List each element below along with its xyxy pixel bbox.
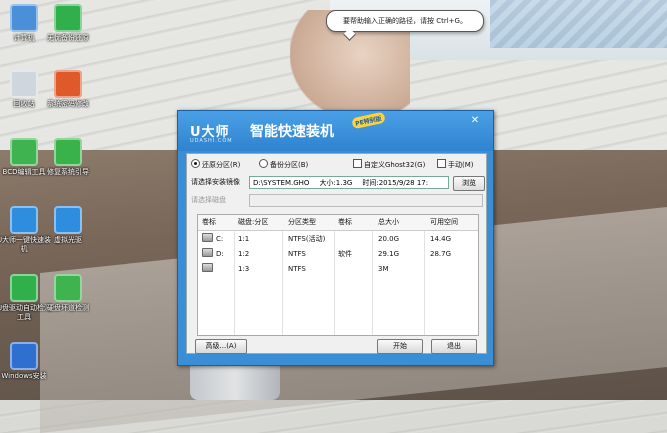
desktop-icon-label: 修复系统引导 <box>47 168 89 176</box>
column-header: 卷标 <box>202 218 216 226</box>
custom-ghost-checkbox[interactable]: 自定义Ghost32(G) <box>353 158 425 172</box>
desktop-icon-label: 系统密码修改 <box>47 100 89 108</box>
image-path: D:\SYSTEM.GHO <box>253 179 310 187</box>
image-size: 大小:1.3G <box>319 179 353 187</box>
column-header: 可用空间 <box>430 218 458 226</box>
image-path-field[interactable]: D:\SYSTEM.GHO 大小:1.3G 时间:2015/9/28 17: <box>249 176 449 189</box>
desktop-icon-label: 无忧备份还原 <box>47 34 89 42</box>
advanced-button[interactable]: 高级...(A) <box>195 339 247 354</box>
hard-drive-icon <box>202 248 213 257</box>
custom-ghost-label: 自定义Ghost32(G) <box>364 161 426 169</box>
close-icon[interactable]: ✕ <box>466 115 484 127</box>
disk-label: 请选择磁盘 <box>191 196 226 204</box>
manual-label: 手动(M) <box>448 161 474 169</box>
table-cell: 3M <box>378 265 389 273</box>
hard-drive-icon <box>202 263 213 272</box>
windows-icon <box>10 342 38 370</box>
table-cell: 14.4G <box>430 235 452 243</box>
drive-cell: C: <box>202 232 223 247</box>
table-cell: 1:1 <box>238 235 250 243</box>
hard-drive-icon <box>202 233 213 242</box>
drive-cell <box>202 262 216 277</box>
table-cell: NTFS(活动) <box>288 235 326 243</box>
repair-icon <box>54 138 82 166</box>
column-header: 磁盘:分区 <box>238 218 269 226</box>
dialog-header: U大师 UDASHI.COM 智能快速装机 PE特别版 ✕ <box>178 111 493 151</box>
table-row[interactable]: D: 1:2 NTFS 软件 29.1G 28.7G <box>198 247 478 262</box>
install-dialog: U大师 UDASHI.COM 智能快速装机 PE特别版 ✕ 还原分区(R) 备份… <box>177 110 494 366</box>
table-cell: NTFS <box>288 250 306 258</box>
table-cell: 29.1G <box>378 250 400 258</box>
start-button[interactable]: 开始 <box>377 339 423 354</box>
desktop-icon[interactable]: 修复系统引导 <box>38 138 98 177</box>
exit-button[interactable]: 退出 <box>431 339 477 354</box>
image-row: 请选择安装镜像 D:\SYSTEM.GHO 大小:1.3G 时间:2015/9/28… <box>191 176 485 191</box>
pe-badge: PE特别版 <box>351 111 386 130</box>
table-row[interactable]: 1:3 NTFS 3M <box>198 262 478 277</box>
table-cell: NTFS <box>288 265 306 273</box>
table-cell: 1:2 <box>238 250 250 258</box>
drive-letter: C: <box>216 235 224 243</box>
checkbox-icon <box>437 159 446 168</box>
drive-letter: D: <box>216 250 224 258</box>
disk-select[interactable] <box>249 194 483 207</box>
table-cell: 1:3 <box>238 265 250 273</box>
gear-icon <box>10 138 38 166</box>
computer-icon <box>10 4 38 32</box>
dialog-title: 智能快速装机 <box>250 124 334 140</box>
restore-label: 还原分区(R) <box>202 161 241 169</box>
tooltip: 要帮助输入正确的路径，请按 Ctrl+G。 <box>326 10 484 32</box>
column-header: 总大小 <box>378 218 399 226</box>
desktop-icon[interactable]: 硬盘坏道检测 <box>38 274 98 313</box>
manual-checkbox[interactable]: 手动(M) <box>437 158 474 172</box>
desktop-icon[interactable]: 虚拟光驱 <box>38 206 98 245</box>
table-row[interactable]: C: 1:1 NTFS(活动) 20.0G 14.4G <box>198 232 478 247</box>
logo-subtext: UDASHI.COM <box>190 138 233 144</box>
image-file-label: 请选择安装镜像 <box>191 178 240 186</box>
recycle-bin-icon <box>10 70 38 98</box>
desktop-icon[interactable]: 系统密码修改 <box>38 70 98 109</box>
checkbox-icon <box>353 159 362 168</box>
disk-check-icon <box>54 274 82 302</box>
restore-radio[interactable]: 还原分区(R) <box>191 158 240 172</box>
usb-icon <box>10 274 38 302</box>
backup-icon <box>54 4 82 32</box>
wallpaper-pillow <box>490 0 667 48</box>
column-header: 卷标 <box>338 218 352 226</box>
radio-off-icon <box>259 159 268 168</box>
backup-radio[interactable]: 备份分区(B) <box>259 158 308 172</box>
disk-row: 请选择磁盘 <box>191 194 483 208</box>
ghost-icon <box>10 206 38 234</box>
virtual-drive-icon <box>54 206 82 234</box>
desktop-icon-label: Windows安装 <box>1 372 47 380</box>
backup-label: 备份分区(B) <box>270 161 309 169</box>
dialog-panel: 还原分区(R) 备份分区(B) 自定义Ghost32(G) 手动(M) 请选择安… <box>186 153 487 354</box>
image-time: 时间:2015/9/28 17: <box>362 179 429 187</box>
password-icon <box>54 70 82 98</box>
desktop-icon-label: 虚拟光驱 <box>54 236 82 244</box>
browse-button[interactable]: 浏览 <box>453 176 485 191</box>
table-cell: 软件 <box>338 250 352 258</box>
desktop-icon[interactable]: 无忧备份还原 <box>38 4 98 43</box>
desktop-icon[interactable]: Windows安装 <box>0 342 54 381</box>
desktop-icon-label: 硬盘坏道检测 <box>47 304 89 312</box>
partition-table: 卷标 磁盘:分区 分区类型 卷标 总大小 可用空间 C: 1:1 NTFS(活动) 20.0G 1… <box>197 214 479 336</box>
radio-on-icon <box>191 159 200 168</box>
drive-cell: D: <box>202 247 224 262</box>
table-header: 卷标 磁盘:分区 分区类型 卷标 总大小 可用空间 <box>198 215 478 231</box>
table-cell: 28.7G <box>430 250 452 258</box>
mode-row: 还原分区(R) 备份分区(B) 自定义Ghost32(G) 手动(M) <box>191 158 481 172</box>
column-header: 分区类型 <box>288 218 316 226</box>
table-cell: 20.0G <box>378 235 400 243</box>
